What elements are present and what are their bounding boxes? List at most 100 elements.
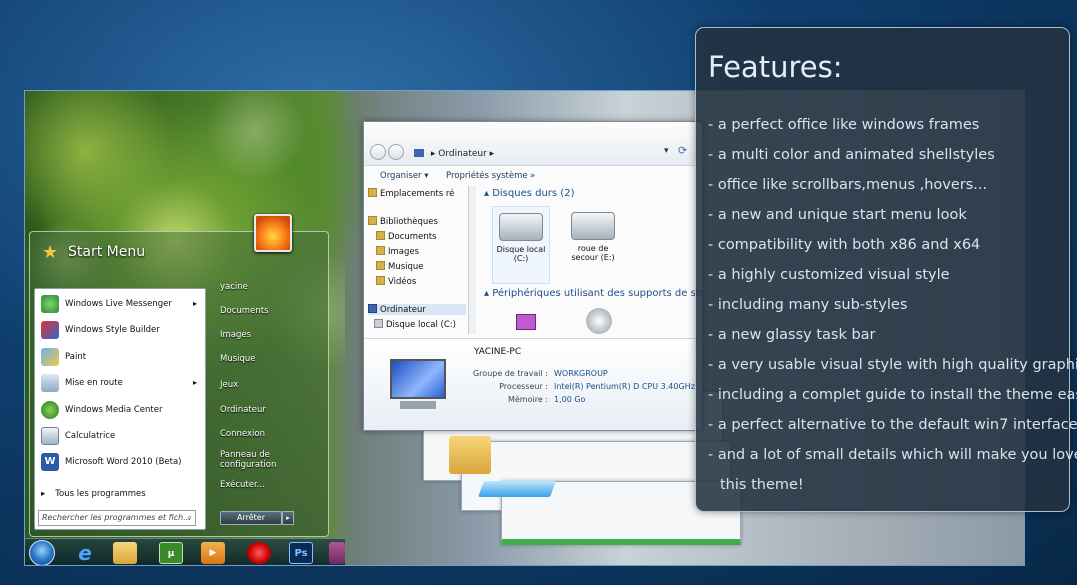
back-button[interactable]	[370, 144, 386, 160]
link-computer[interactable]: Ordinateur	[220, 405, 266, 415]
feature-item: - and a lot of small details which will …	[708, 447, 1077, 463]
workgroup-label: Groupe de travail :	[472, 369, 548, 378]
drive-icon	[374, 319, 383, 328]
videos-icon	[376, 276, 385, 285]
music-icon	[376, 261, 385, 270]
media-player-icon[interactable]: ▶	[201, 542, 225, 564]
program-label: Microsoft Word 2010 (Beta)	[65, 457, 182, 467]
explorer-folder-icon[interactable]	[113, 542, 137, 564]
program-calculatrice[interactable]: Calculatrice	[41, 425, 201, 447]
link-images[interactable]: Images	[220, 330, 251, 340]
nav-item-music[interactable]: Musique	[376, 261, 424, 272]
nav-item-libraries[interactable]: Bibliothèques	[368, 216, 438, 227]
opera-icon[interactable]	[247, 542, 271, 564]
nav-label: Documents	[388, 232, 437, 242]
forward-button[interactable]	[388, 144, 404, 160]
nav-label: Musique	[388, 262, 424, 272]
shutdown-options-arrow-icon[interactable]: ▸	[282, 511, 294, 525]
address-text: Ordinateur	[438, 149, 487, 159]
feature-item: - a very usable visual style with high q…	[708, 357, 1077, 373]
program-mise-en-route[interactable]: Mise en route ▸	[41, 372, 201, 394]
calculator-icon	[41, 426, 59, 445]
program-label: Windows Style Builder	[65, 325, 160, 335]
content-pane: ▴ Disques durs (2) Disque local (C:) rou…	[480, 186, 702, 334]
group-label: Disques durs (2)	[492, 188, 575, 199]
nav-item-videos[interactable]: Vidéos	[376, 276, 416, 287]
group-label: Périphériques utilisant des supports de …	[492, 288, 702, 299]
hard-drive-icon	[499, 213, 543, 241]
program-paint[interactable]: Paint	[41, 346, 201, 368]
explorer-window[interactable]: ▸ Ordinateur ▸ ▾ ⟳ Organiser ▾ Propriété…	[363, 121, 703, 431]
nav-scrollbar[interactable]	[468, 186, 476, 334]
nav-label: Bibliothèques	[380, 217, 438, 227]
submenu-arrow-icon: ▸	[192, 299, 197, 308]
nav-item-images[interactable]: Images	[376, 246, 419, 257]
link-music[interactable]: Musique	[220, 354, 256, 364]
system-properties-button[interactable]: Propriétés système	[446, 171, 528, 181]
program-windows-style-builder[interactable]: Windows Style Builder	[41, 319, 201, 341]
drive-label: roue de secour (E:)	[571, 244, 615, 262]
refresh-icon[interactable]: ⟳	[678, 144, 687, 157]
link-documents[interactable]: Documents	[220, 306, 268, 316]
search-icon: ⌕	[187, 513, 192, 522]
toolbar-more-button[interactable]: »	[530, 171, 535, 181]
feature-item: - a new and unique start menu look	[708, 207, 967, 223]
winrar-icon[interactable]	[329, 542, 345, 564]
feature-item: - a highly customized visual style	[708, 267, 950, 283]
dvd-icon[interactable]	[586, 308, 612, 334]
media-center-icon	[41, 400, 59, 419]
address-chevron-icon: ▸	[489, 149, 495, 159]
taskbar: e µ ▶ Ps	[25, 538, 345, 565]
images-icon	[376, 246, 385, 255]
link-user[interactable]: yacine	[220, 282, 248, 292]
group-hard-drives[interactable]: ▴ Disques durs (2)	[484, 188, 574, 199]
nav-item-computer[interactable]: Ordinateur	[368, 304, 466, 315]
nav-label: Emplacements ré	[380, 189, 455, 199]
program-label: Windows Live Messenger	[65, 299, 172, 309]
organize-label: Organiser	[380, 171, 422, 181]
paint-icon	[41, 347, 59, 366]
explorer-titlebar[interactable]: ▸ Ordinateur ▸ ▾ ⟳	[364, 122, 702, 166]
drive-e[interactable]: roue de secour (E:)	[564, 206, 622, 262]
link-run[interactable]: Exécuter...	[220, 480, 265, 490]
shutdown-button[interactable]: Arrêter	[220, 511, 282, 525]
memory-value: 1,00 Go	[554, 395, 586, 404]
feature-item: - compatibility with both x86 and x64	[708, 237, 981, 253]
address-bar[interactable]: ▸ Ordinateur ▸	[414, 146, 644, 162]
all-programs-button[interactable]: ▸ Tous les programmes	[41, 483, 201, 505]
nav-item-recent-places[interactable]: Emplacements ré	[368, 188, 454, 199]
utorrent-icon[interactable]: µ	[159, 542, 183, 564]
link-games[interactable]: Jeux	[220, 380, 238, 390]
getting-started-icon	[41, 373, 59, 392]
user-picture[interactable]	[254, 214, 292, 252]
star-icon: ★	[42, 242, 59, 263]
feature-item: - a multi color and animated shellstyles	[708, 147, 995, 163]
address-dropdown-icon[interactable]: ▾	[664, 146, 669, 156]
group-removable[interactable]: ▴ Périphériques utilisant des supports d…	[484, 288, 702, 299]
program-windows-live-messenger[interactable]: Windows Live Messenger ▸	[41, 293, 201, 315]
feature-item: - a new glassy task bar	[708, 327, 876, 343]
nav-item-documents[interactable]: Documents	[376, 231, 436, 242]
start-search-input[interactable]: Rechercher les programmes et fich... ⌕	[38, 510, 196, 526]
program-label: Windows Media Center	[65, 405, 163, 415]
start-menu: ★ Start Menu Windows Live Messenger ▸ Win…	[29, 214, 329, 537]
programs-panel: Windows Live Messenger ▸ Windows Style Bu…	[34, 288, 206, 530]
link-control-panel[interactable]: Panneau de configuration	[220, 450, 280, 470]
search-placeholder: Rechercher les programmes et fich...	[42, 513, 191, 522]
feature-item: - a perfect office like windows frames	[708, 117, 980, 133]
hard-drive-icon	[571, 212, 615, 240]
drive-c[interactable]: Disque local (C:)	[492, 206, 550, 284]
documents-icon	[376, 231, 385, 240]
floppy-icon[interactable]	[516, 314, 536, 330]
nav-item-local-disk[interactable]: Disque local (C:)	[374, 319, 456, 330]
program-microsoft-word[interactable]: W Microsoft Word 2010 (Beta)	[41, 451, 201, 473]
workgroup-value: WORKGROUP	[554, 369, 608, 378]
internet-explorer-icon[interactable]: e	[73, 542, 97, 564]
word-icon: W	[41, 452, 59, 471]
photoshop-icon[interactable]: Ps	[289, 542, 313, 564]
start-orb-icon[interactable]	[29, 540, 55, 565]
program-windows-media-center[interactable]: Windows Media Center	[41, 399, 201, 421]
link-connect[interactable]: Connexion	[220, 429, 265, 439]
features-panel: Features: - a perfect office like window…	[695, 27, 1077, 512]
organize-menu[interactable]: Organiser ▾	[380, 171, 429, 181]
